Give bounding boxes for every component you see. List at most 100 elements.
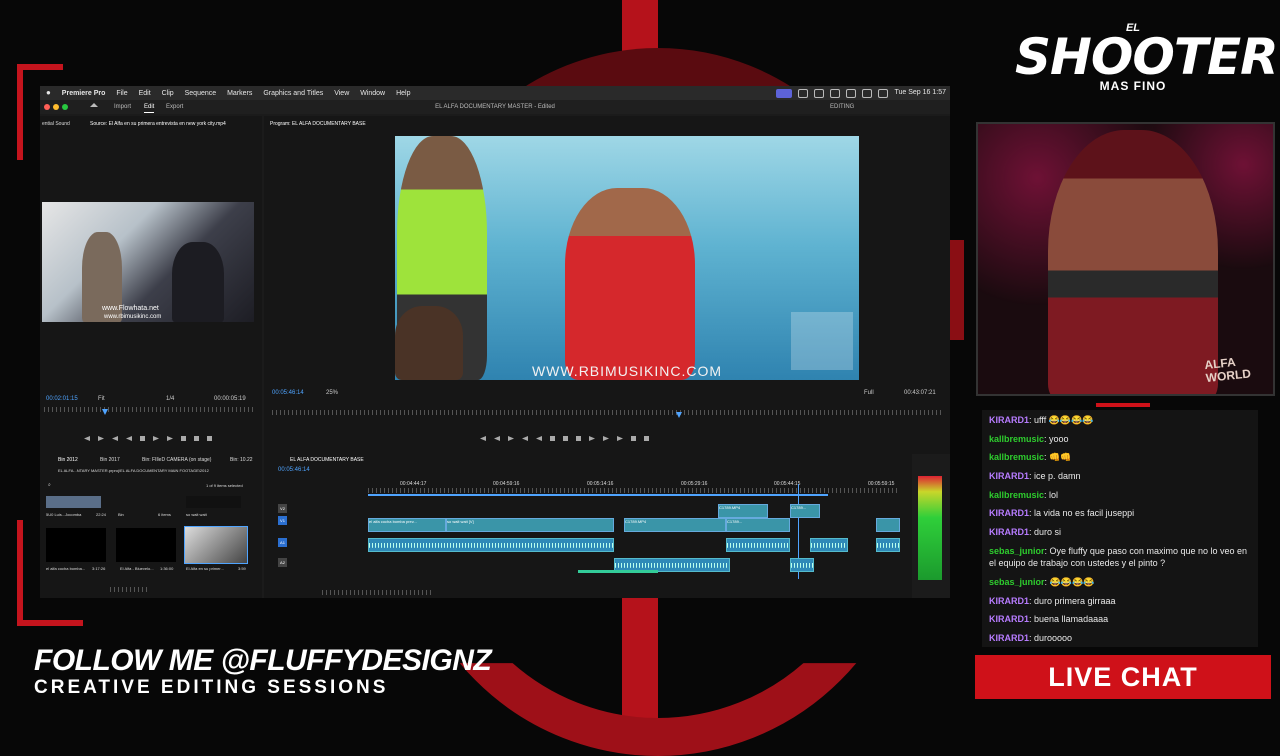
- track-a1[interactable]: A1: [278, 538, 287, 547]
- menu-window[interactable]: Window: [360, 87, 385, 101]
- project-thumb-1[interactable]: [46, 496, 101, 508]
- chat-username[interactable]: kallbremusic: [989, 490, 1044, 500]
- go-to-in-icon[interactable]: [112, 436, 118, 441]
- project-thumb-4[interactable]: [46, 528, 106, 562]
- program-mark-out-icon[interactable]: [508, 436, 514, 441]
- screen-record-icon[interactable]: [776, 88, 793, 98]
- program-step-forward-icon[interactable]: [603, 436, 609, 441]
- audio-clip-a1-3[interactable]: [810, 538, 848, 552]
- clip-el-alfa-cocha[interactable]: el alfa cocha bomba prev...: [368, 518, 446, 532]
- program-quality-select[interactable]: Full: [864, 390, 874, 396]
- gear-icon[interactable]: [830, 88, 841, 98]
- timeline-tab[interactable]: EL ALFA DOCUMENTARY BASE: [290, 457, 364, 463]
- chat-username[interactable]: KIRARD1: [989, 508, 1029, 518]
- chat-username[interactable]: kallbremusic: [989, 452, 1044, 462]
- clip-c1789-v2[interactable]: C1789.MP4: [718, 504, 768, 518]
- workspace-label[interactable]: EDITING: [830, 100, 854, 114]
- timeline-timecode[interactable]: 00:05:46:14: [278, 467, 310, 473]
- clip-c1789-b[interactable]: C1789...: [726, 518, 790, 532]
- green-marker-bar[interactable]: [578, 570, 658, 573]
- extract-icon[interactable]: [563, 436, 568, 441]
- chat-username[interactable]: KIRARD1: [989, 527, 1029, 537]
- stop-icon[interactable]: [140, 436, 145, 441]
- control-center-icon[interactable]: [878, 88, 889, 98]
- project-thumb-5[interactable]: [116, 528, 176, 562]
- export-frame-icon[interactable]: [207, 436, 212, 441]
- sync-icon[interactable]: [798, 88, 809, 98]
- clip-so-wait-wait[interactable]: so wait wait [V]: [446, 518, 614, 532]
- essential-sound-tab[interactable]: ential Sound: [42, 121, 70, 127]
- source-resolution-select[interactable]: 1/4: [166, 396, 174, 402]
- mark-in-icon[interactable]: [84, 436, 90, 441]
- menu-sequence[interactable]: Sequence: [185, 87, 217, 101]
- source-video-frame[interactable]: www.Flowhata.net www.rbimusikinc.com: [42, 202, 254, 322]
- chat-username[interactable]: sebas_junior: [989, 577, 1045, 587]
- project-tab-bin-10-22[interactable]: Bin: 10.22: [230, 457, 253, 463]
- source-fit-select[interactable]: Fit: [98, 396, 105, 402]
- chat-username[interactable]: KIRARD1: [989, 633, 1029, 643]
- chat-username[interactable]: KIRARD1: [989, 415, 1029, 425]
- chat-username[interactable]: sebas_junior: [989, 546, 1045, 556]
- program-export-frame-icon[interactable]: [576, 436, 581, 441]
- step-forward-icon[interactable]: [153, 436, 159, 441]
- audio-clip-a1-4[interactable]: [876, 538, 900, 552]
- compare-view-icon[interactable]: [631, 436, 636, 441]
- program-monitor-tab[interactable]: Program: EL ALFA DOCUMENTARY BASE: [270, 121, 366, 127]
- program-playhead[interactable]: [676, 412, 682, 418]
- menu-graphics[interactable]: Graphics and Titles: [263, 87, 323, 101]
- step-back-icon[interactable]: [126, 436, 132, 441]
- program-video-frame[interactable]: WWW.RBIMUSIKINC.COM: [395, 136, 859, 380]
- track-v1[interactable]: V1: [278, 516, 287, 525]
- menu-markers[interactable]: Markers: [227, 87, 252, 101]
- menu-help[interactable]: Help: [396, 87, 410, 101]
- source-time-ruler[interactable]: [44, 407, 254, 412]
- overwrite-icon[interactable]: [194, 436, 199, 441]
- project-search-icon[interactable]: ⌕: [48, 482, 51, 488]
- menu-clock[interactable]: Tue Sep 16 1:57: [894, 86, 946, 100]
- menu-file[interactable]: File: [116, 87, 127, 101]
- in-out-range-bar[interactable]: [368, 494, 828, 496]
- cloud-icon[interactable]: [814, 88, 825, 98]
- chat-username[interactable]: KIRARD1: [989, 471, 1029, 481]
- project-tab-bin-2012[interactable]: Bin 2012: [58, 457, 78, 463]
- lift-icon[interactable]: [550, 436, 555, 441]
- project-tab-bin-2017[interactable]: Bin 2017: [100, 457, 120, 463]
- source-monitor-tab[interactable]: Source: El Alfa en su primera entrevista…: [90, 121, 226, 127]
- go-to-out-icon[interactable]: [167, 436, 173, 441]
- program-mark-in-icon[interactable]: [494, 436, 500, 441]
- project-thumb-3[interactable]: [186, 496, 241, 508]
- chat-username[interactable]: KIRARD1: [989, 596, 1029, 606]
- audio-clip-a1-2[interactable]: [726, 538, 790, 552]
- program-go-to-out-icon[interactable]: [617, 436, 623, 441]
- menu-view[interactable]: View: [334, 87, 349, 101]
- insert-icon[interactable]: [181, 436, 186, 441]
- chat-username[interactable]: KIRARD1: [989, 614, 1029, 624]
- program-go-to-in-icon[interactable]: [522, 436, 528, 441]
- menu-clip[interactable]: Clip: [162, 87, 174, 101]
- project-thumb-6[interactable]: [184, 526, 248, 564]
- menu-edit[interactable]: Edit: [139, 87, 151, 101]
- play-icon[interactable]: [589, 436, 595, 441]
- timeline-ruler[interactable]: [368, 488, 898, 493]
- track-a2[interactable]: A2: [278, 558, 287, 567]
- audio-clip-a2-2[interactable]: [790, 558, 814, 572]
- track-v2[interactable]: V2: [278, 504, 287, 513]
- apple-icon[interactable]: ●: [46, 86, 51, 100]
- project-zoom-slider[interactable]: [110, 587, 150, 592]
- menu-app-name[interactable]: Premiere Pro: [62, 87, 106, 101]
- wifi-icon[interactable]: [846, 88, 857, 98]
- clip-right-end[interactable]: [876, 518, 900, 532]
- clip-c1789-a[interactable]: C1789.MP4: [624, 518, 726, 532]
- search-icon[interactable]: [862, 88, 873, 98]
- program-step-back-icon[interactable]: [536, 436, 542, 441]
- add-marker-icon[interactable]: [480, 436, 486, 441]
- project-tab-filled-camera[interactable]: Bin: FIlleD CAMERA (on stage): [142, 457, 211, 463]
- clip-c1789-c[interactable]: C1789...: [790, 504, 820, 518]
- source-timecode[interactable]: 00:02:01:15: [46, 396, 78, 402]
- audio-clip-a1-1[interactable]: [368, 538, 614, 552]
- chat-username[interactable]: kallbremusic: [989, 434, 1044, 444]
- source-playhead[interactable]: [102, 409, 108, 415]
- program-time-ruler[interactable]: [272, 410, 942, 415]
- program-timecode[interactable]: 00:05:46:14: [272, 390, 304, 396]
- program-zoom-select[interactable]: 25%: [326, 390, 338, 396]
